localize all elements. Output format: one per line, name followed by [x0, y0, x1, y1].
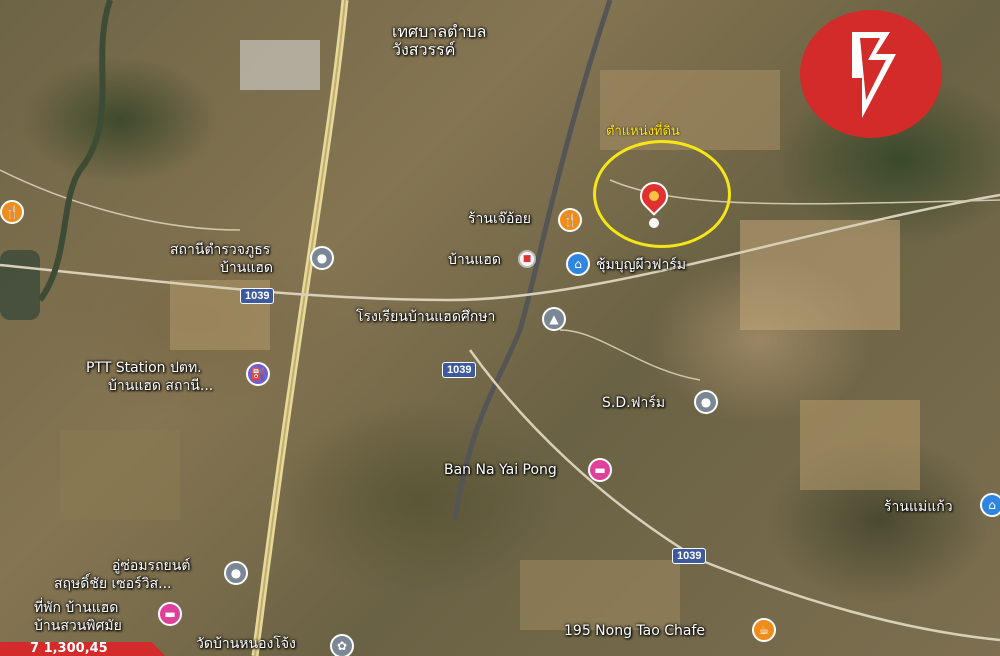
price-badge: 7 1,300,45 [0, 642, 165, 656]
place-police-line1: สถานีตำรวจภูธร [170, 242, 271, 258]
place-sd-farm: S.D.ฟาร์ม [602, 395, 666, 411]
road-badge-1039: 1039 [442, 362, 477, 378]
school-icon[interactable]: ▲ [542, 307, 566, 331]
place-banhaed: บ้านแฮด [448, 252, 501, 268]
satellite-map[interactable]: เทศบาลตำบล วังสวรรค์ ตำแหน่งที่ดิน 🍴 🍴 ร… [0, 0, 1000, 656]
train-station-icon[interactable]: ■ [518, 250, 536, 268]
place-police-line2: บ้านแฮด [220, 260, 273, 276]
district-label-line1: เทศบาลตำบล [392, 22, 487, 41]
road-badge-1039: 1039 [240, 288, 275, 304]
restaurant-icon[interactable]: 🍴 [0, 200, 24, 224]
brand-logo-icon [852, 32, 896, 118]
local-road [559, 329, 701, 381]
river [37, 0, 113, 302]
local-road [0, 169, 241, 231]
place-cafe: 195 Nong Tao Chafe [564, 623, 706, 639]
hotel-icon[interactable]: ▬ [158, 602, 182, 626]
place-ptt-line2: บ้านแฮด สถานี... [108, 378, 214, 394]
pin-dot [649, 218, 659, 228]
restaurant-icon[interactable]: 🍴 [558, 208, 582, 232]
shopping-icon[interactable]: ⌂ [980, 493, 1000, 517]
land-position-label: ตำแหน่งที่ดิน [606, 124, 680, 139]
place-garage-line1: อู่ซ่อมรถยนต์ [112, 558, 191, 574]
cafe-icon[interactable]: ☕ [752, 618, 776, 642]
place-garage-line2: สฤษดิ์ชัย เซอร์วิส... [54, 576, 172, 592]
place-ptt-line1: PTT Station ปตท. [86, 360, 202, 376]
place-school: โรงเรียนบ้านแฮดศึกษา [356, 309, 496, 325]
district-label-line2: วังสวรรค์ [392, 40, 456, 59]
road-1039-south [468, 349, 1000, 642]
brand-logo [800, 10, 942, 138]
road-badge-1039: 1039 [672, 548, 707, 564]
place-ban-na: Ban Na Yai Pong [444, 462, 557, 478]
place-icon[interactable]: ● [224, 561, 248, 585]
place-lodge-line1: ที่พัก บ้านแฮด [34, 600, 119, 616]
temple-icon[interactable]: ✿ [330, 634, 354, 656]
shopping-icon[interactable]: ⌂ [566, 252, 590, 276]
police-icon[interactable]: ● [310, 246, 334, 270]
place-lodge-line2: บ้านสวนพิศมัย [34, 618, 122, 634]
place-farm: ชุ้มบุญผีวฟาร์ม [596, 257, 687, 273]
place-mae-kaew: ร้านแม่แก้ว [884, 499, 953, 515]
price-badge-text: 7 1,300,45 [30, 641, 108, 656]
place-temple: วัดบ้านหนองโจ้ง [196, 636, 296, 652]
hotel-icon[interactable]: ▬ [588, 458, 612, 482]
gas-station-icon[interactable]: ⛽ [246, 362, 270, 386]
place-jeoy: ร้านเจ๊อ้อย [468, 211, 531, 227]
pin-center [646, 188, 662, 204]
place-icon[interactable]: ● [694, 390, 718, 414]
